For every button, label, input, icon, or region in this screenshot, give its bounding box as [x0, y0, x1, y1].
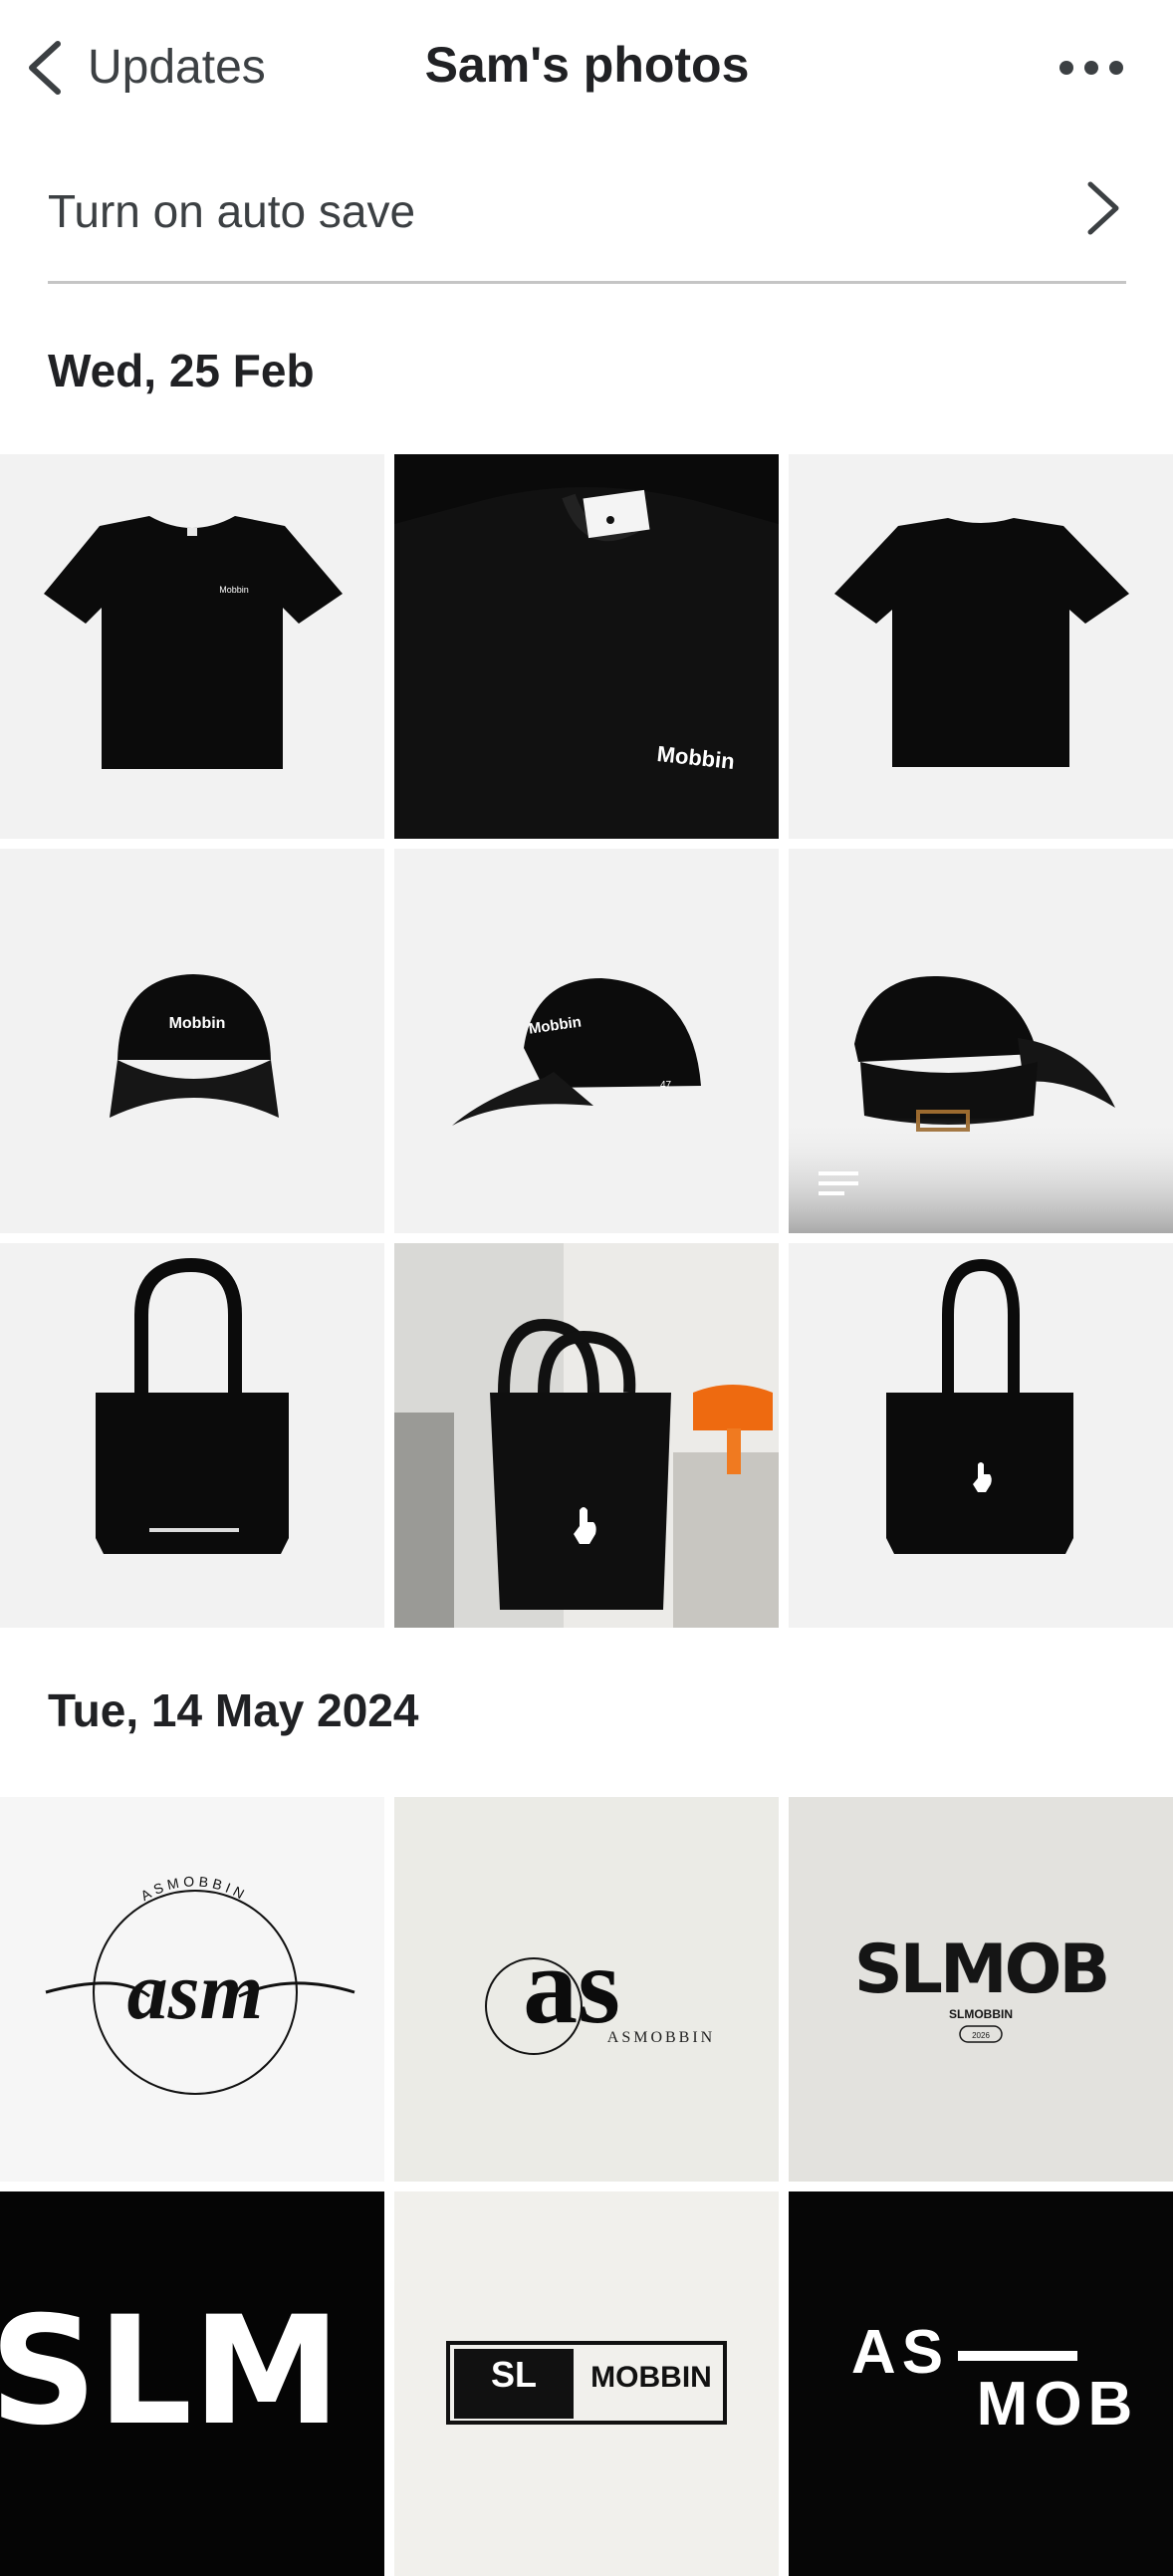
photo-tshirt-front[interactable]: Mobbin	[0, 454, 384, 839]
as-sub-text: ASMOBBIN	[607, 2029, 715, 2046]
photo-tote-front[interactable]	[0, 1243, 384, 1628]
auto-save-row[interactable]: Turn on auto save	[48, 164, 1126, 284]
section-date: Tue, 14 May 2024	[48, 1684, 419, 1736]
photo-slm-logo[interactable]: SLM	[0, 2191, 384, 2576]
mob-partial-text: MOB	[977, 2370, 1139, 2439]
section-date: Wed, 25 Feb	[48, 345, 315, 396]
page-title: Sam's photos	[424, 37, 750, 93]
slm-text: SLM	[0, 2285, 341, 2458]
asm-script-text: asm	[127, 1945, 264, 2036]
year-text: 2026	[972, 2031, 990, 2040]
photo-tshirt-back[interactable]	[789, 454, 1173, 839]
as-partial-text: AS	[851, 2318, 949, 2387]
photo-as-logo[interactable]: as ASMOBBIN	[394, 1797, 779, 2182]
mobbin-box-text: MOBBIN	[590, 2361, 712, 2394]
photo-cap-back[interactable]	[789, 849, 1173, 1233]
slmobbin-text: SLMOBBIN	[949, 2007, 1013, 2021]
top-bar: Updates Sam's photos	[0, 0, 1174, 134]
photo-as-mob-logo[interactable]: AS MOB	[789, 2191, 1173, 2576]
more-options-icon[interactable]	[1057, 50, 1126, 86]
photo-cap-side[interactable]: Mobbin 47	[394, 849, 779, 1233]
photo-sl-mobbin-box-logo[interactable]: SL MOBBIN	[394, 2191, 779, 2576]
svg-text:47: 47	[660, 1080, 672, 1091]
auto-save-label: Turn on auto save	[48, 185, 416, 237]
chevron-right-icon	[1087, 181, 1119, 235]
photo-tote-lifestyle[interactable]	[394, 1243, 779, 1628]
photo-tote-cursor[interactable]	[789, 1243, 1173, 1628]
sl-box-text: SL	[491, 2354, 537, 2395]
as-mark-text: as	[523, 1925, 620, 2046]
slmob-text: SLMOB	[854, 1931, 1108, 2009]
photo-cap-front[interactable]: Mobbin	[0, 849, 384, 1233]
photo-slmob-logo[interactable]: SLMOB SLMOBBIN 2026	[789, 1797, 1173, 2182]
photo-tshirt-closeup[interactable]: Mobbin	[394, 454, 779, 839]
tshirt-brand-text: Mobbin	[219, 585, 249, 595]
photo-asm-logo[interactable]: ASMOBBIN asm	[0, 1797, 384, 2182]
cap-front-brand-text: Mobbin	[169, 1015, 226, 1032]
